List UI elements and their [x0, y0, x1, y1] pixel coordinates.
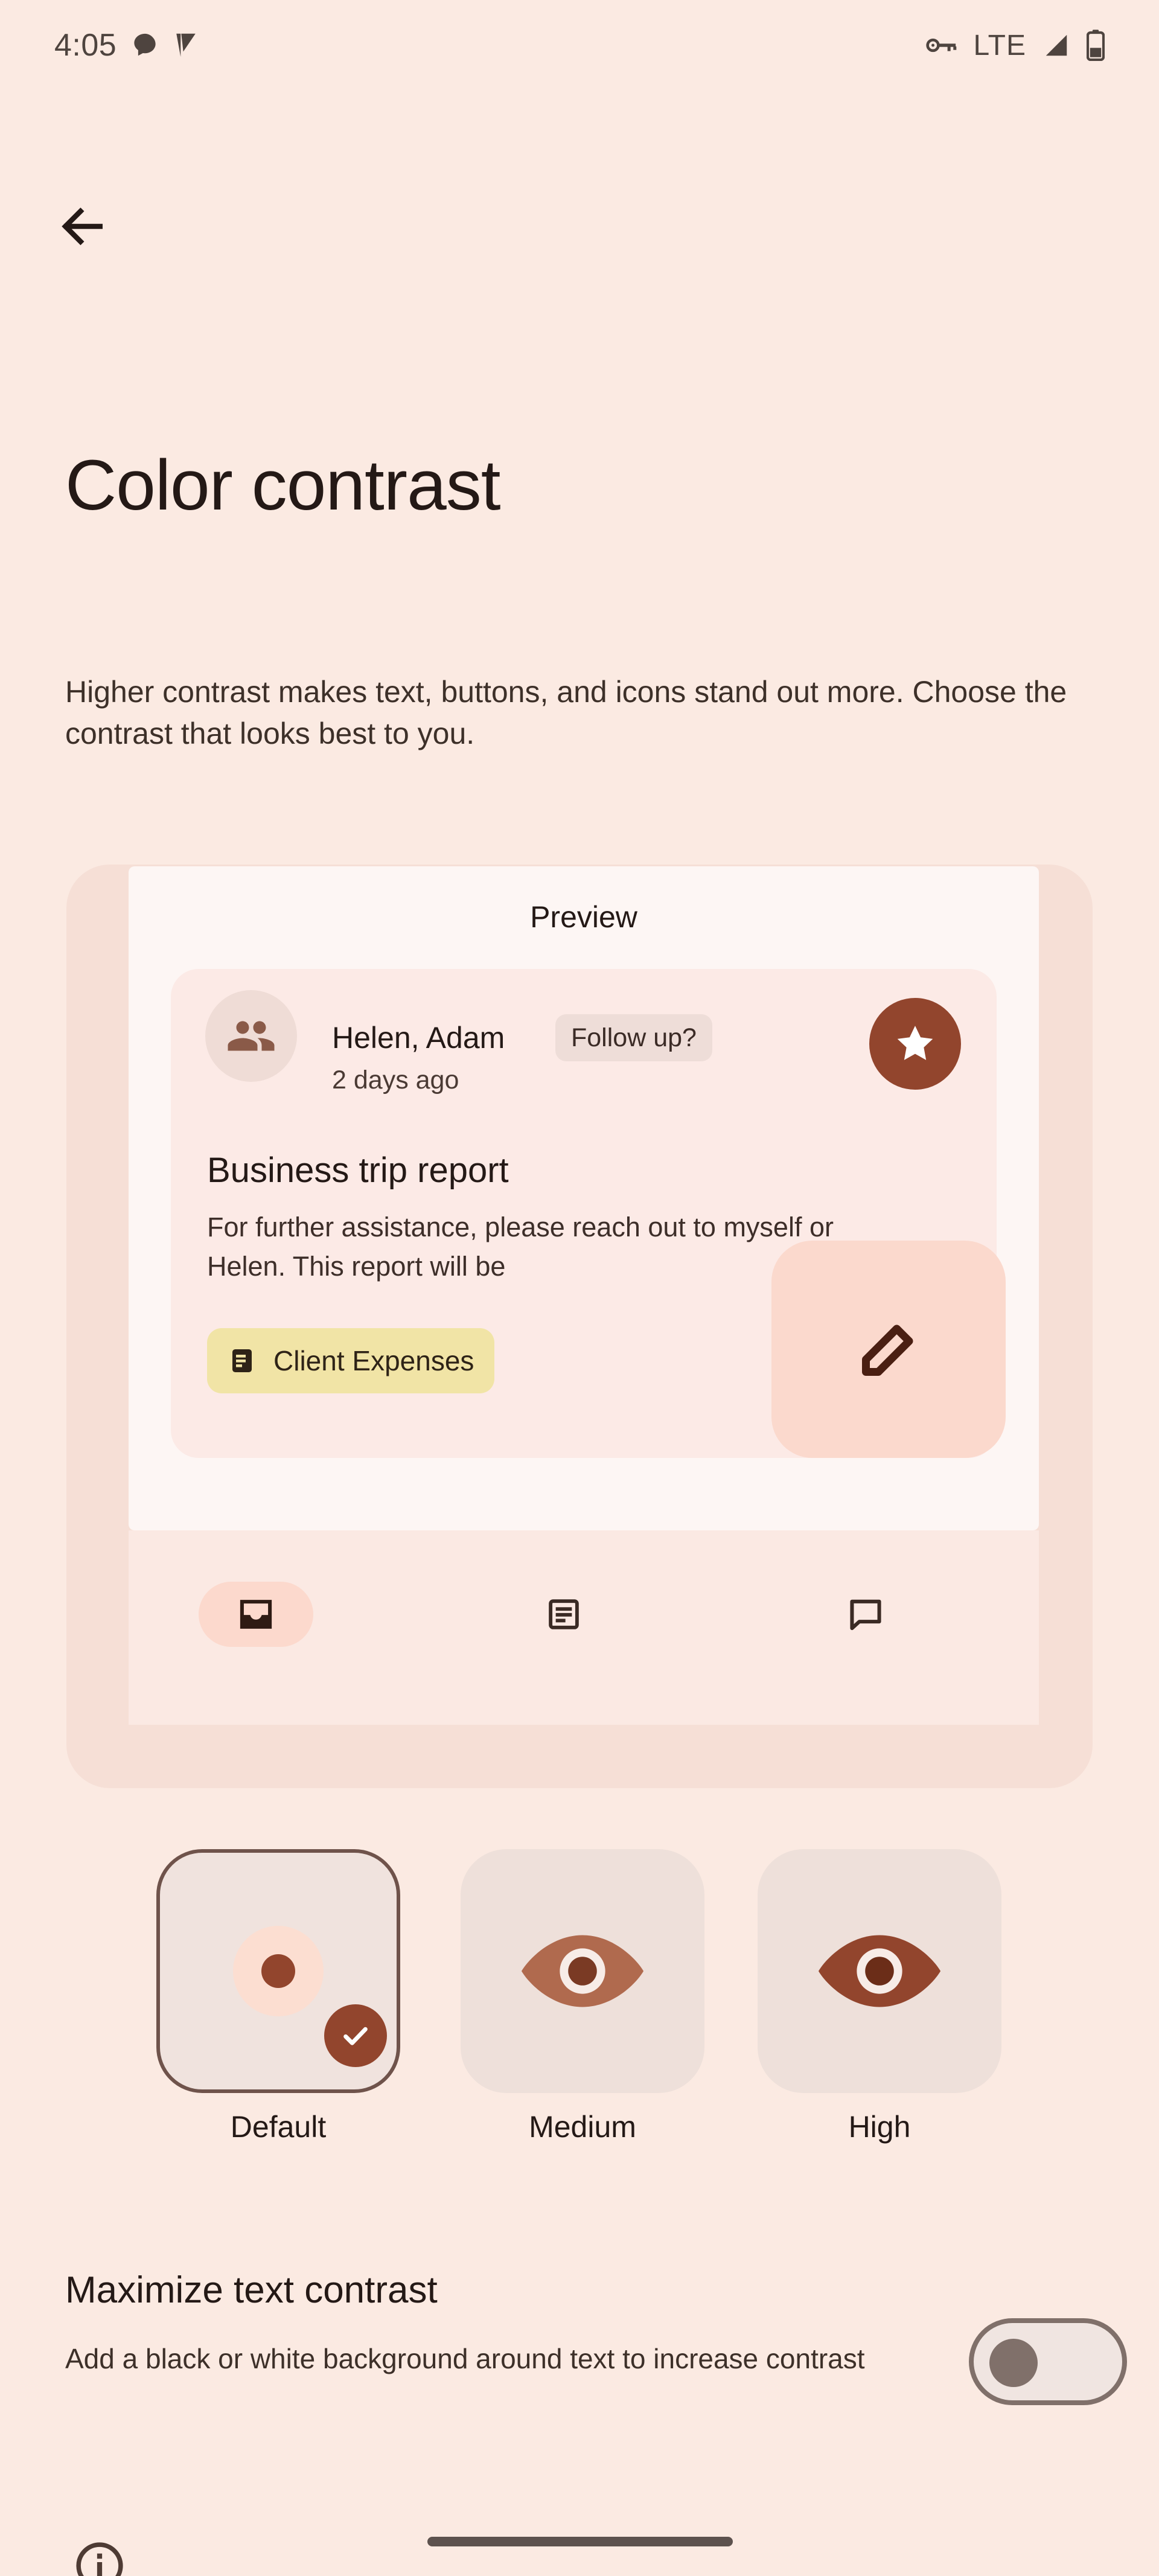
triangle-flag-icon: [173, 31, 199, 59]
back-button[interactable]: [37, 181, 128, 272]
attachment-chip[interactable]: Client Expenses: [207, 1328, 495, 1393]
message-sender: Helen, Adam: [332, 1021, 505, 1055]
message-subject: Business trip report: [207, 1151, 509, 1190]
status-bar-left: 4:05: [54, 27, 199, 63]
maximize-contrast-toggle[interactable]: [969, 2318, 1127, 2405]
contrast-option-label-medium: Medium: [529, 2110, 636, 2144]
signal-cellular-icon: [1042, 31, 1071, 59]
contrast-option-medium[interactable]: [461, 1849, 704, 2093]
battery-icon: [1087, 30, 1105, 61]
star-icon: [893, 1021, 937, 1066]
vpn-key-icon: [925, 33, 958, 57]
chat-icon: [846, 1594, 886, 1634]
eye-icon: [517, 1926, 648, 2016]
nav-item-chat[interactable]: [808, 1582, 923, 1647]
network-type-label: LTE: [973, 29, 1026, 62]
chat-bubble-icon: [131, 31, 159, 59]
status-bar-right: LTE: [925, 29, 1105, 62]
status-bar-clock: 4:05: [54, 28, 117, 63]
nav-item-articles[interactable]: [506, 1582, 621, 1647]
eye-pupil-dot: [261, 1954, 295, 1988]
arrow-left-icon: [57, 200, 109, 252]
star-button[interactable]: [869, 998, 961, 1090]
toggle-thumb: [989, 2339, 1038, 2387]
pencil-edit-icon: [852, 1313, 925, 1385]
contrast-option-label-default: Default: [230, 2110, 327, 2144]
people-group-icon: [226, 1011, 276, 1061]
document-icon: [228, 1346, 257, 1375]
status-bar: 4:05 LTE: [0, 0, 1159, 91]
contrast-option-high[interactable]: [758, 1849, 1001, 2093]
page-title: Color contrast: [65, 446, 501, 525]
maximize-contrast-description: Add a black or white background around t…: [65, 2343, 865, 2374]
selected-check-badge: [324, 2004, 387, 2067]
nav-item-inbox[interactable]: [199, 1582, 313, 1647]
attachment-chip-label: Client Expenses: [273, 1345, 474, 1376]
contrast-option-label-high: High: [848, 2110, 911, 2144]
eye-closed-dot-icon: [233, 1926, 324, 2016]
info-icon[interactable]: [72, 2539, 127, 2576]
article-icon: [544, 1595, 583, 1634]
follow-up-chip[interactable]: Follow up?: [555, 1014, 712, 1061]
maximize-contrast-title: Maximize text contrast: [65, 2269, 438, 2311]
preview-label: Preview: [530, 900, 637, 934]
check-icon: [339, 2019, 372, 2053]
home-gesture-bar[interactable]: [427, 2537, 733, 2546]
message-timestamp: 2 days ago: [332, 1066, 459, 1095]
eye-icon: [814, 1926, 945, 2016]
page-description: Higher contrast makes text, buttons, and…: [65, 675, 1067, 750]
avatar: [205, 990, 297, 1082]
compose-fab[interactable]: [771, 1241, 1006, 1458]
inbox-icon: [236, 1594, 276, 1634]
